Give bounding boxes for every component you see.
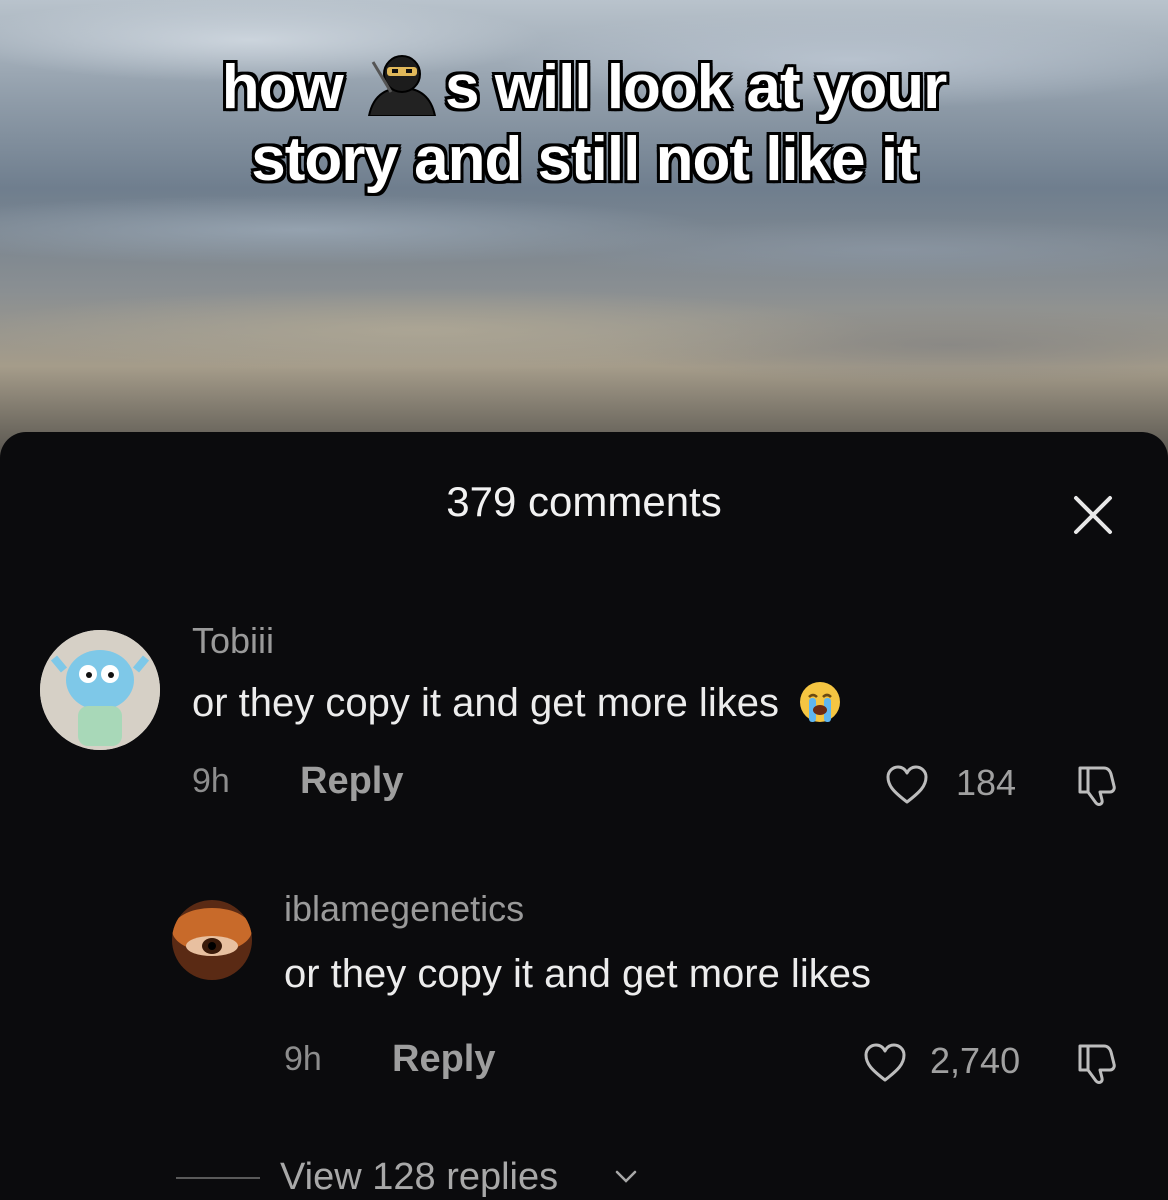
thumbs-down-icon[interactable] — [1074, 1040, 1120, 1086]
caption-line-2: story and still not like it — [251, 125, 917, 194]
loudly-crying-face-icon — [798, 680, 842, 724]
comments-count-title: 379 comments — [446, 478, 722, 525]
caption-line-1-start: how — [221, 53, 359, 122]
heart-icon[interactable] — [884, 764, 930, 806]
comment-body: or they copy it and get more likes — [192, 681, 779, 725]
comment-username[interactable]: Tobiii — [192, 620, 274, 662]
divider — [176, 1177, 260, 1179]
ninja-icon — [363, 52, 441, 117]
caption-line-1: how s will look at your — [0, 52, 1168, 124]
comment-username[interactable]: iblamegenetics — [284, 888, 524, 930]
reply-button[interactable]: Reply — [300, 760, 403, 803]
avatar[interactable] — [172, 900, 252, 980]
video-frame[interactable]: how s will look at your story and still … — [0, 0, 1168, 470]
thumbs-down-icon[interactable] — [1074, 762, 1120, 808]
comment-text: or they copy it and get more likes — [284, 952, 871, 996]
video-caption: how s will look at your story and still … — [0, 52, 1168, 196]
comment-time: 9h — [192, 762, 230, 800]
comment-text: or they copy it and get more likes — [192, 680, 842, 726]
close-icon[interactable] — [1070, 492, 1116, 538]
avatar[interactable] — [40, 630, 160, 750]
reply-button[interactable]: Reply — [392, 1038, 495, 1081]
like-count: 2,740 — [930, 1040, 1021, 1081]
comments-sheet: 379 comments Tobiii or they copy it and … — [0, 432, 1168, 1200]
chevron-down-icon — [614, 1168, 638, 1186]
view-replies-label: View 128 replies — [280, 1156, 559, 1198]
comment-time: 9h — [284, 1040, 322, 1078]
like-count: 184 — [956, 762, 1017, 803]
heart-icon[interactable] — [862, 1042, 908, 1084]
caption-line-1-end: s will look at your — [444, 53, 947, 122]
